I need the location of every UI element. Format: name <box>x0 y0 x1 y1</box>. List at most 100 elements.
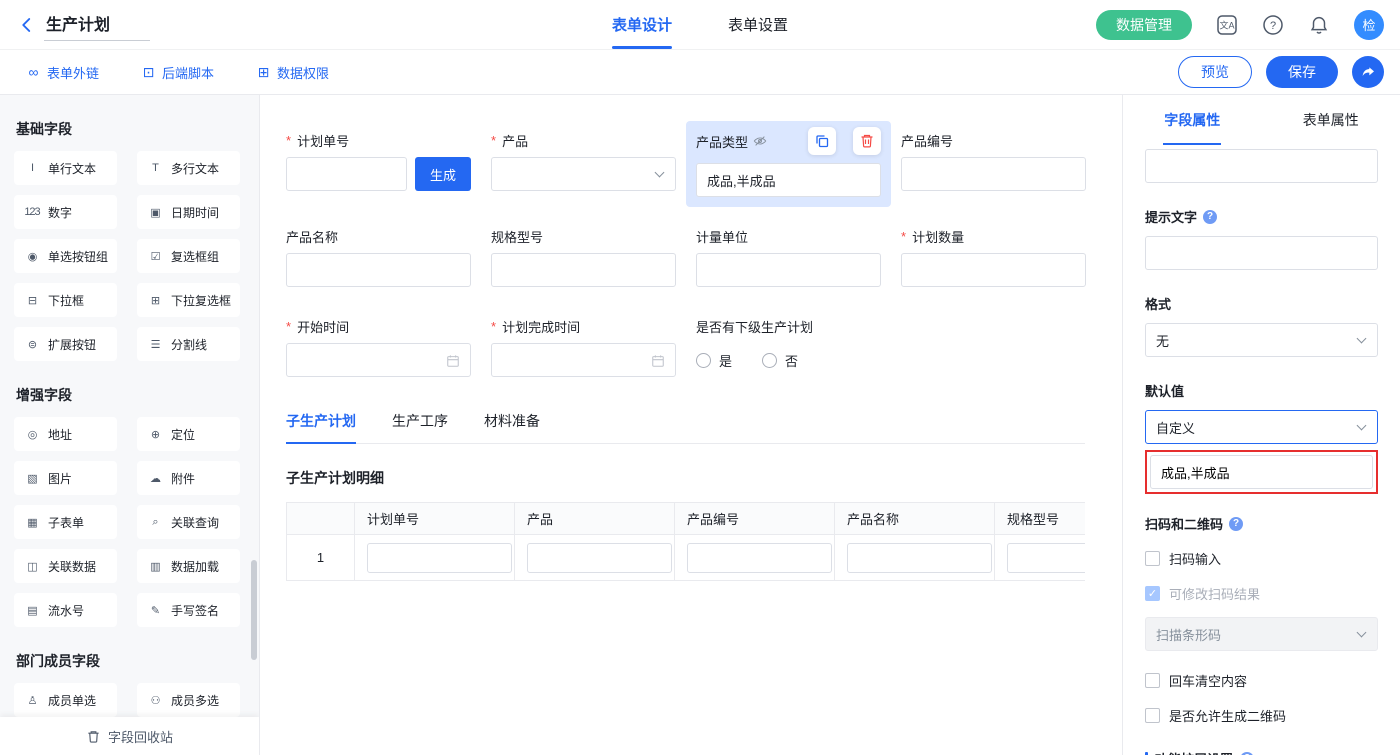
data-manage-button[interactable]: 数据管理 <box>1096 10 1192 40</box>
sidebar-item-data-load[interactable]: ▥数据加载 <box>137 549 240 583</box>
field-plan-qty[interactable]: 计划数量 <box>901 227 1086 287</box>
tab-field-properties[interactable]: 字段属性 <box>1123 95 1262 145</box>
sidebar-item-attachment[interactable]: ☁ 附件 <box>137 461 240 495</box>
sidebar-item-serial-number[interactable]: ▤流水号 <box>14 593 117 627</box>
language-icon[interactable]: 文A <box>1216 14 1238 36</box>
sidebar-item-location[interactable]: ⊕定位 <box>137 417 240 451</box>
sidebar-item-member-single[interactable]: ♙成员单选 <box>14 683 117 717</box>
field-start-time[interactable]: 开始时间 <box>286 317 471 377</box>
sidebar-item-single-line-text[interactable]: I单行文本 <box>14 151 117 185</box>
hint-text-input[interactable] <box>1145 236 1378 270</box>
sidebar-scrollbar[interactable] <box>251 560 257 660</box>
field-has-sub-plan[interactable]: 是否有下级生产计划 是 否 <box>696 317 901 377</box>
multi-line-text-icon: T <box>146 162 164 174</box>
spec-model-input[interactable] <box>491 253 676 287</box>
format-select[interactable]: 无 <box>1145 323 1378 357</box>
field-recycle-bin[interactable]: 字段回收站 <box>0 717 259 755</box>
sidebar-item-number[interactable]: 123数字 <box>14 195 117 229</box>
column-header: 产品编号 <box>675 503 835 535</box>
field-finish-time[interactable]: 计划完成时间 <box>491 317 676 377</box>
unit-input[interactable] <box>696 253 881 287</box>
copy-field-button[interactable] <box>808 127 836 155</box>
save-button[interactable]: 保存 <box>1266 56 1338 88</box>
cell-product-name-input[interactable] <box>847 543 992 573</box>
user-avatar[interactable]: 检 <box>1354 10 1384 40</box>
tab-form-properties[interactable]: 表单属性 <box>1262 95 1400 145</box>
number-icon: 123 <box>23 206 41 218</box>
sidebar-item-address[interactable]: ◎地址 <box>14 417 117 451</box>
sidebar-item-datetime[interactable]: ▣日期时间 <box>137 195 240 229</box>
help-icon[interactable] <box>1203 210 1217 224</box>
help-icon[interactable] <box>1229 517 1243 531</box>
field-product-code[interactable]: 产品编号 <box>901 131 1086 197</box>
field-unit[interactable]: 计量单位 <box>696 227 881 287</box>
generate-button[interactable]: 生成 <box>415 157 471 191</box>
data-permission-button[interactable]: ⊞ 数据权限 <box>256 63 329 82</box>
sidebar-item-subform[interactable]: ▦子表单 <box>14 505 117 539</box>
start-time-input[interactable] <box>286 343 471 377</box>
default-type-select[interactable]: 自定义 <box>1145 410 1378 444</box>
sidebar-item-divider[interactable]: ☰分割线 <box>137 327 240 361</box>
field-product-type[interactable]: 产品类型 <box>686 121 891 207</box>
sidebar-item-multi-dropdown[interactable]: ⊞下拉复选框 <box>137 283 240 317</box>
item-label: 分割线 <box>171 336 207 353</box>
checkbox-editable-scan-result[interactable]: 可修改扫码结果 <box>1145 584 1378 603</box>
product-code-input[interactable] <box>901 157 1086 191</box>
item-label: 附件 <box>171 470 195 487</box>
product-type-input[interactable] <box>696 163 881 197</box>
chevron-down-icon <box>1357 628 1367 638</box>
checkbox-scan-input[interactable]: 扫码输入 <box>1145 549 1378 568</box>
field-spec-model[interactable]: 规格型号 <box>491 227 676 287</box>
field-product[interactable]: 产品 <box>491 131 676 197</box>
cell-product-input[interactable] <box>527 543 672 573</box>
tab-production-process[interactable]: 生产工序 <box>392 411 448 443</box>
help-icon[interactable]: ? <box>1262 14 1284 36</box>
product-name-input[interactable] <box>286 253 471 287</box>
cell-plan-no-input[interactable] <box>367 543 512 573</box>
sidebar-item-linked-data[interactable]: ◫关联数据 <box>14 549 117 583</box>
finish-time-input[interactable] <box>491 343 676 377</box>
field-product-name[interactable]: 产品名称 <box>286 227 471 287</box>
tab-sub-production-plan[interactable]: 子生产计划 <box>286 411 356 443</box>
cell-spec-model-input[interactable] <box>1007 543 1085 573</box>
field-label: 产品类型 <box>696 132 748 151</box>
sidebar-item-dropdown[interactable]: ⊟下拉框 <box>14 283 117 317</box>
tab-form-design[interactable]: 表单设计 <box>612 0 672 49</box>
back-button[interactable] <box>18 16 36 34</box>
attachment-icon: ☁ <box>146 472 164 485</box>
backend-script-button[interactable]: ⊡ 后端脚本 <box>141 63 214 82</box>
preview-button[interactable]: 预览 <box>1178 56 1252 88</box>
sidebar-item-extend-button[interactable]: ⊜扩展按钮 <box>14 327 117 361</box>
tab-form-settings[interactable]: 表单设置 <box>728 0 788 49</box>
help-icon[interactable] <box>1240 752 1254 755</box>
field-plan-no[interactable]: 计划单号 生成 <box>286 131 471 197</box>
delete-field-button[interactable] <box>853 127 881 155</box>
product-select[interactable] <box>491 157 676 191</box>
panel-top-input[interactable] <box>1145 149 1378 183</box>
radio-no[interactable]: 否 <box>762 351 798 370</box>
notification-bell-icon[interactable] <box>1308 14 1330 36</box>
plan-qty-input[interactable] <box>901 253 1086 287</box>
sidebar-item-checkbox-group[interactable]: ☑复选框组 <box>137 239 240 273</box>
checkbox-allow-qrcode[interactable]: 是否允许生成二维码 <box>1145 706 1378 725</box>
radio-yes[interactable]: 是 <box>696 351 732 370</box>
header-tabs: 表单设计 表单设置 <box>612 0 788 49</box>
scan-mode-select[interactable]: 扫描条形码 <box>1145 617 1378 651</box>
sidebar-item-multi-line-text[interactable]: T多行文本 <box>137 151 240 185</box>
sidebar-item-member-multi[interactable]: ⚇成员多选 <box>137 683 240 717</box>
page-title: 生产计划 <box>44 9 150 41</box>
tab-material-preparation[interactable]: 材料准备 <box>484 411 540 443</box>
share-button[interactable] <box>1352 56 1384 88</box>
cell-product-code-input[interactable] <box>687 543 832 573</box>
sidebar-item-signature[interactable]: ✎手写签名 <box>137 593 240 627</box>
sidebar-item-image[interactable]: ▧图片 <box>14 461 117 495</box>
checkbox-icon <box>1145 673 1160 688</box>
field-label: 产品编号 <box>901 131 953 150</box>
external-link-button[interactable]: ∞ 表单外链 <box>26 63 99 82</box>
sidebar-item-radio-group[interactable]: ◉单选按钮组 <box>14 239 117 273</box>
sidebar-item-linked-query[interactable]: ⌕关联查询 <box>137 505 240 539</box>
plan-no-input[interactable] <box>286 157 407 191</box>
data-permission-label: 数据权限 <box>277 63 329 82</box>
checkbox-clear-on-enter[interactable]: 回车清空内容 <box>1145 671 1378 690</box>
default-value-input[interactable] <box>1150 455 1373 489</box>
